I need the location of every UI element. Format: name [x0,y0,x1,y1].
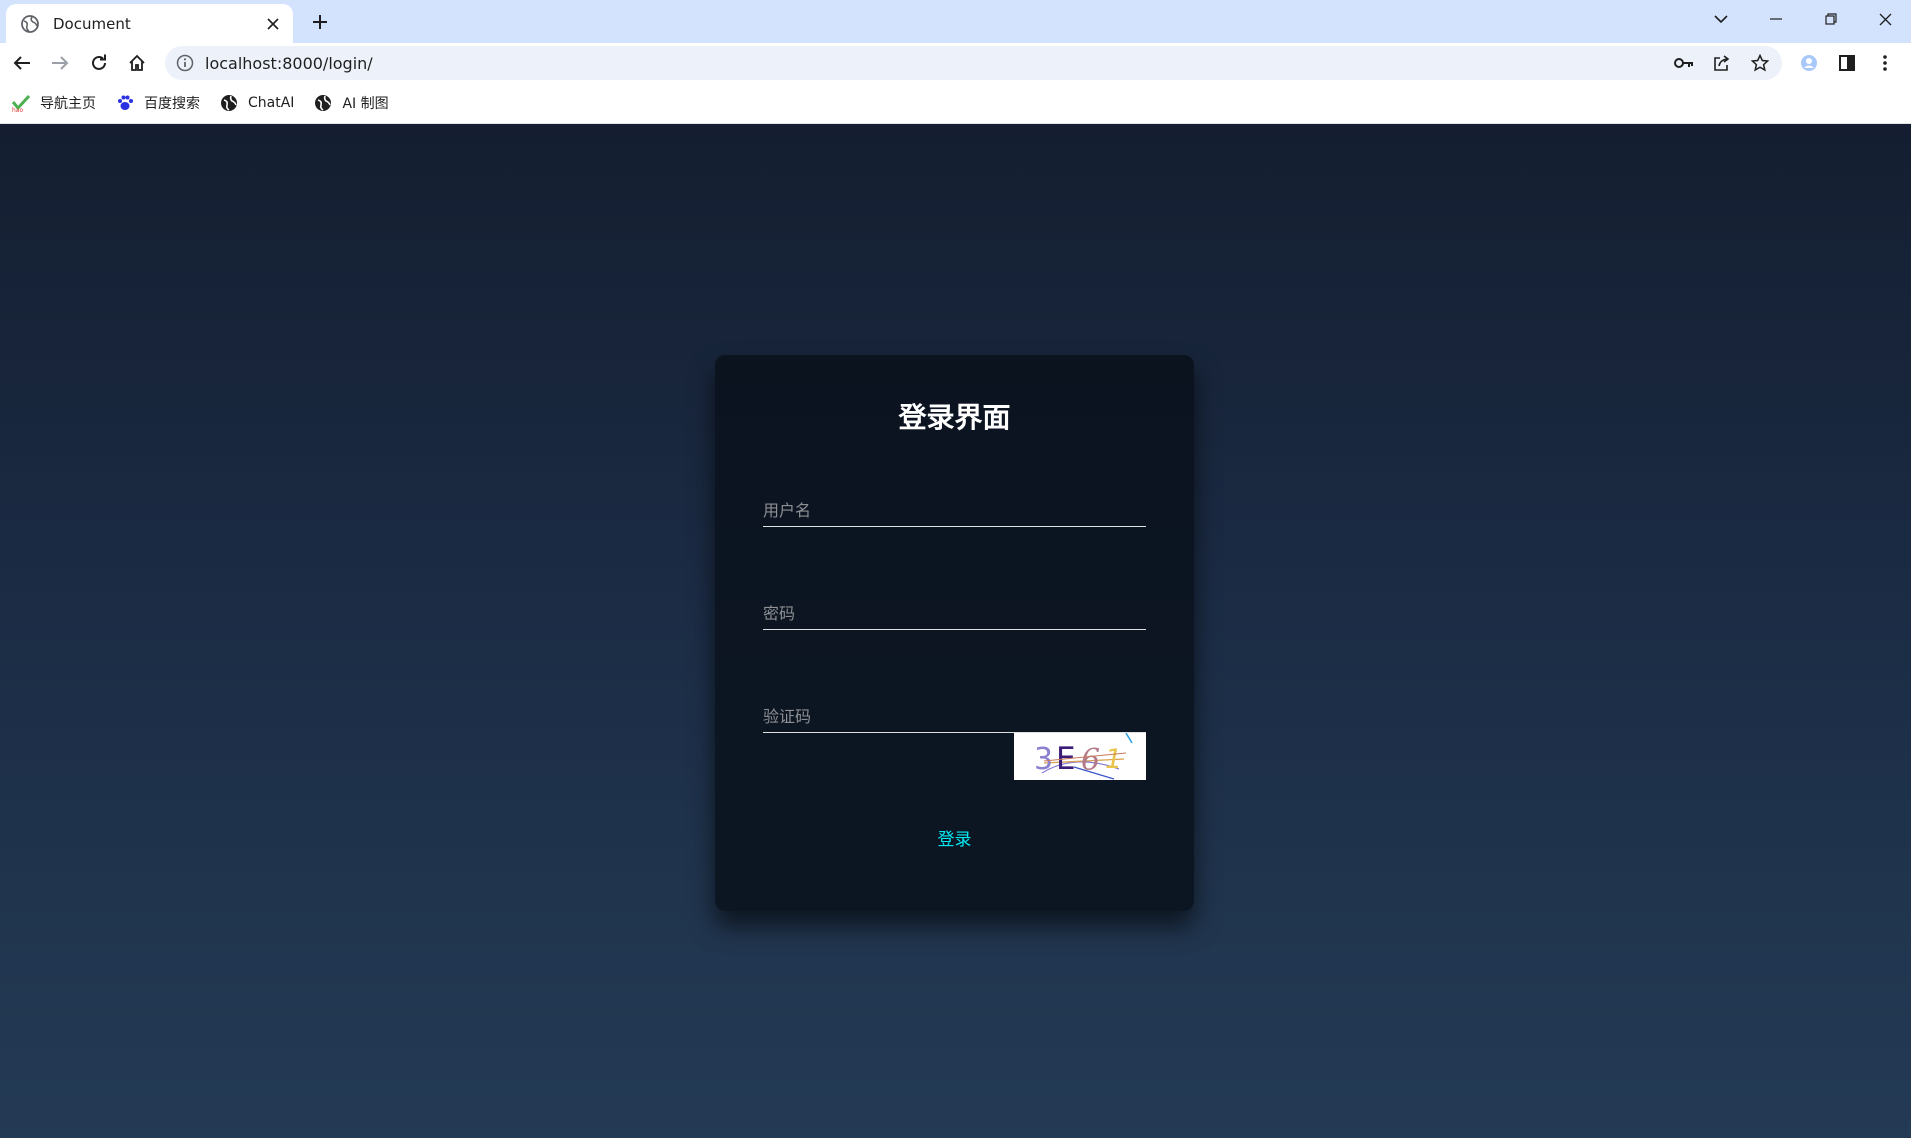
plus-icon [313,15,327,29]
svg-text:hao: hao [12,107,23,112]
new-tab-button[interactable] [306,8,334,36]
home-button[interactable] [121,47,153,79]
side-panel-icon [1839,55,1855,71]
baidu-paw-icon [116,94,134,112]
bookmark-label: AI 制图 [342,96,389,112]
share-icon[interactable] [1706,46,1738,80]
browser-tab[interactable]: Document [6,4,293,43]
avatar-icon [1801,55,1817,71]
bookmark-chatai[interactable]: ChatAI [220,88,302,118]
profile-button[interactable] [1793,47,1825,79]
captcha-char: 3 [1034,742,1053,777]
login-title: 登录界面 [898,401,1011,434]
login-box: 登录界面 3 E 6 1 登录 [715,355,1194,911]
password-field-wrapper [763,590,1146,630]
back-button[interactable] [6,47,38,79]
reload-icon [92,54,106,70]
close-window-button[interactable] [1858,0,1911,38]
bookmark-label: 百度搜索 [144,96,200,112]
globe-icon [220,94,238,112]
close-icon [1879,13,1892,25]
tab-title: Document [53,14,131,33]
key-icon[interactable] [1668,46,1700,80]
captcha-image[interactable]: 3 E 6 1 [1014,733,1146,780]
forward-button[interactable] [44,47,76,79]
bookmark-label: 导航主页 [40,96,96,112]
kebab-menu-icon [1883,55,1887,71]
bookmark-hao[interactable]: hao 导航主页 [12,88,104,118]
bookmark-ai-draw[interactable]: AI 制图 [314,88,396,118]
bookmark-baidu[interactable]: 百度搜索 [116,88,208,118]
arrow-left-icon [13,56,30,70]
captcha-field-wrapper [763,693,1146,733]
browser-toolbar: localhost:8000/login/ [0,43,1911,83]
captcha-input[interactable] [763,693,1146,731]
minimize-button[interactable] [1748,0,1803,38]
restore-icon [1824,13,1837,25]
reload-button[interactable] [83,47,115,79]
tab-strip: Document [0,0,1911,43]
tab-search-button[interactable] [1693,0,1748,38]
captcha-char: 1 [1105,744,1122,775]
username-field-wrapper [763,487,1146,527]
captcha-char: 6 [1081,743,1100,778]
home-icon [129,54,145,71]
username-input[interactable] [763,487,1146,525]
login-button[interactable]: 登录 [733,825,1176,855]
address-bar[interactable]: localhost:8000/login/ [165,46,1782,80]
password-input[interactable] [763,590,1146,628]
hao-icon: hao [12,94,30,112]
globe-icon [20,14,40,34]
info-icon[interactable] [175,53,195,73]
chevron-down-icon [1713,15,1728,23]
bookmark-label: ChatAI [248,95,295,111]
globe-icon [314,94,332,112]
side-panel-button[interactable] [1831,47,1863,79]
minimize-icon [1769,18,1782,20]
star-icon[interactable] [1744,46,1776,80]
page-background: 登录界面 3 E 6 1 登录 [0,124,1911,1138]
menu-button[interactable] [1869,47,1901,79]
arrow-right-icon [52,56,69,70]
restore-button[interactable] [1803,0,1858,38]
url-text[interactable]: localhost:8000/login/ [205,54,1668,73]
close-icon[interactable] [260,11,286,37]
bookmarks-bar: hao 导航主页 百度搜索 ChatAI AI 制图 [0,83,1911,124]
